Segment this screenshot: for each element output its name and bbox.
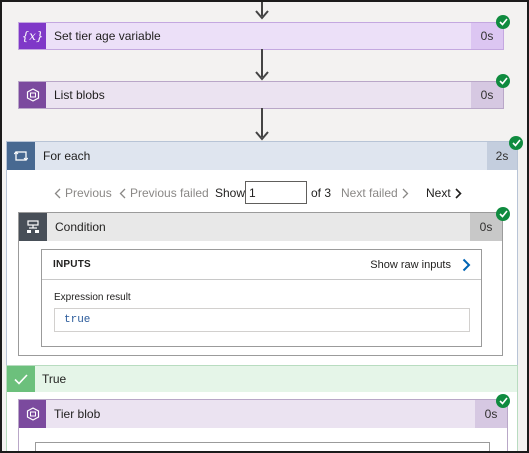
tier-blob-title: Tier blob <box>54 407 101 421</box>
tier-blob-inputs-panel <box>35 442 490 453</box>
list-blobs-action[interactable]: List blobs 0s <box>18 81 504 109</box>
success-check-icon <box>496 74 510 88</box>
chevron-left-icon <box>54 188 61 198</box>
condition-title: Condition <box>55 220 106 234</box>
show-raw-inputs-link[interactable]: Show raw inputs <box>370 259 451 271</box>
tier-blob-header[interactable]: Tier blob 0s <box>19 400 507 428</box>
variable-icon: {x} <box>19 23 46 49</box>
iteration-number-input[interactable] <box>245 181 307 204</box>
next-button[interactable]: Next <box>426 186 462 200</box>
expression-result-value: true <box>54 308 470 332</box>
set-variable-action[interactable]: {x} Set tier age variable 0s <box>18 22 504 50</box>
condition-icon <box>19 213 47 241</box>
foreach-header[interactable]: For each 2s <box>7 142 517 170</box>
loop-icon <box>7 142 35 170</box>
next-failed-button[interactable]: Next failed <box>341 186 409 200</box>
set-variable-title: Set tier age variable <box>54 29 161 43</box>
checkmark-icon <box>7 366 35 392</box>
variable-glyph: {x} <box>21 29 44 43</box>
inputs-header: INPUTS Show raw inputs <box>42 250 481 280</box>
success-check-icon <box>509 136 523 150</box>
chevron-right-icon[interactable] <box>462 258 471 272</box>
list-blobs-title: List blobs <box>54 88 105 102</box>
connector-arrow <box>254 108 270 142</box>
next-label: Next <box>426 186 451 200</box>
condition-action: Condition 0s INPUTS Show raw inputs Expr… <box>18 212 503 356</box>
foreach-title: For each <box>43 149 91 163</box>
success-check-icon <box>496 15 510 29</box>
chevron-right-icon <box>402 188 409 198</box>
previous-failed-button[interactable]: Previous failed <box>119 186 209 200</box>
previous-label: Previous <box>65 186 112 200</box>
previous-failed-label: Previous failed <box>130 186 209 200</box>
expression-result-label: Expression result <box>54 292 131 303</box>
success-check-icon <box>496 394 510 408</box>
condition-header[interactable]: Condition 0s <box>19 213 502 241</box>
previous-button[interactable]: Previous <box>54 186 112 200</box>
next-failed-label: Next failed <box>341 186 398 200</box>
connector-arrow <box>254 49 270 82</box>
true-branch-header[interactable]: True <box>7 366 517 392</box>
true-branch-title: True <box>42 372 67 386</box>
tier-blob-action: Tier blob 0s <box>18 399 508 453</box>
inputs-label: INPUTS <box>53 259 91 270</box>
chevron-left-icon <box>119 188 126 198</box>
blob-storage-icon <box>19 400 46 428</box>
iteration-total: of 3 <box>311 186 332 200</box>
success-check-icon <box>496 207 510 221</box>
iteration-pager: Previous Previous failed Show of 3 Next … <box>0 180 529 206</box>
show-label: Show <box>215 186 246 200</box>
chevron-right-icon <box>455 187 462 199</box>
inputs-panel: INPUTS Show raw inputs Expression result… <box>41 249 482 347</box>
connector-arrow <box>254 0 270 22</box>
blob-storage-icon <box>19 82 46 108</box>
